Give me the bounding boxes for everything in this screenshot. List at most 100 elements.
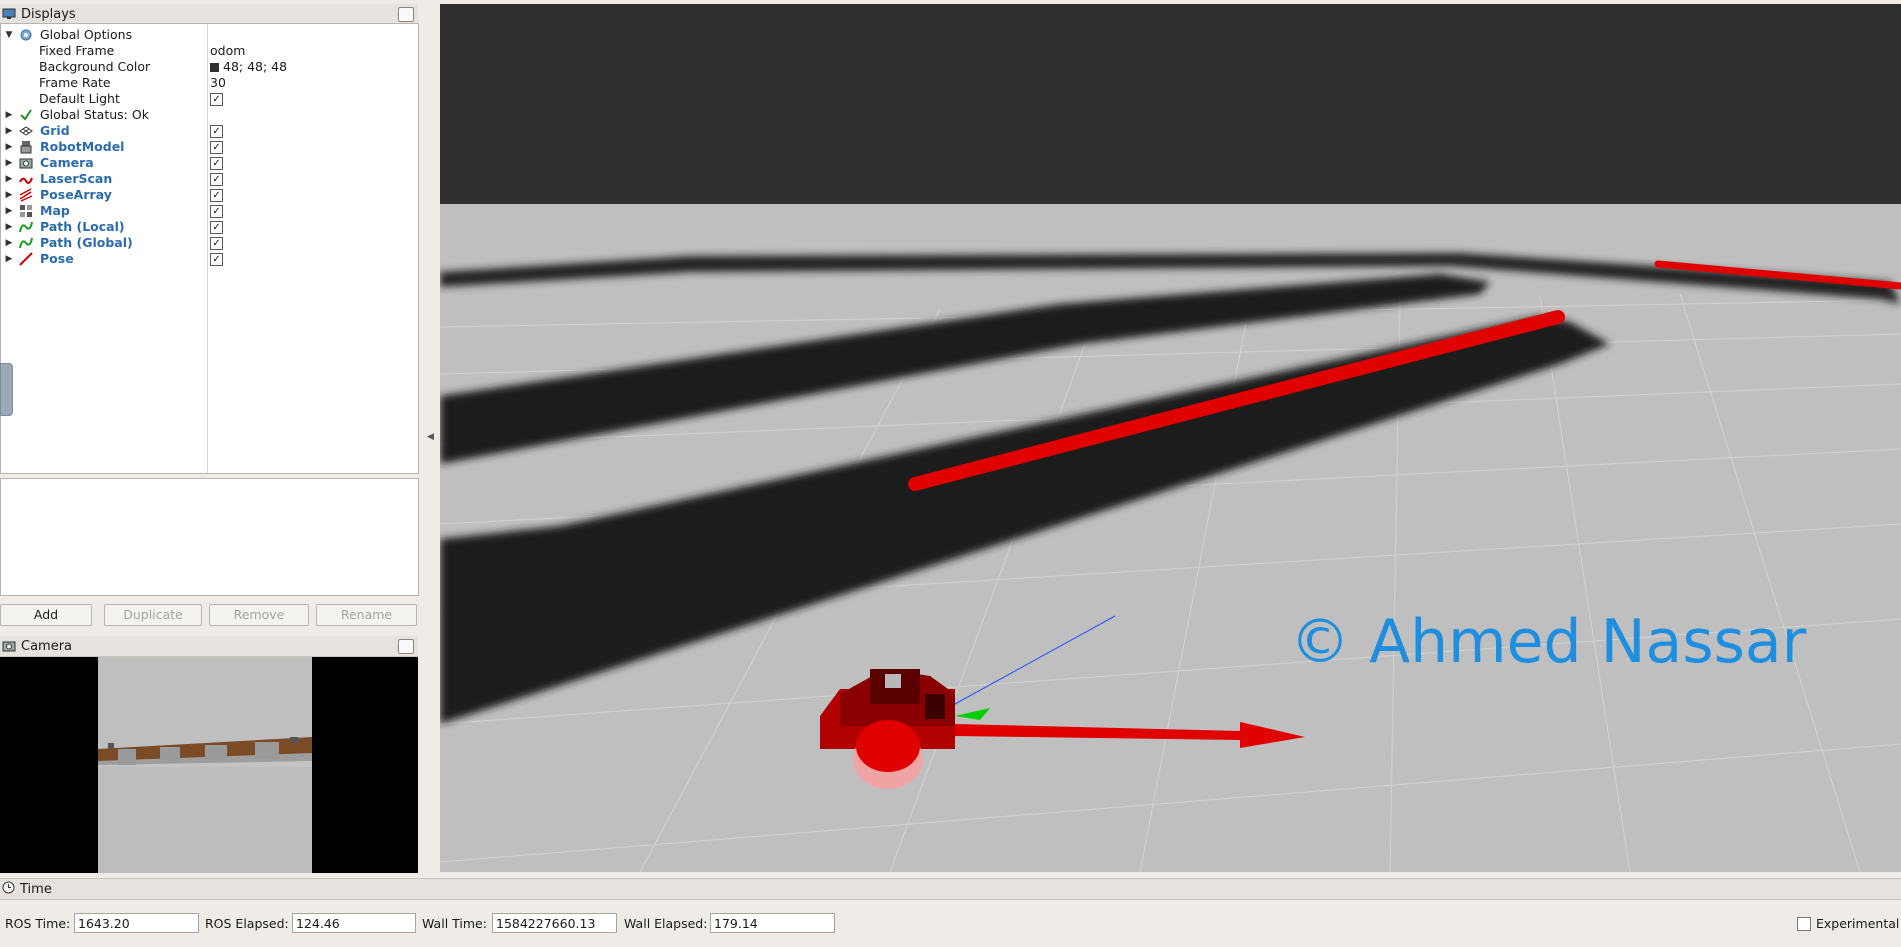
tree-row-robotmodel[interactable]: ▶ RobotModel ✓	[1, 139, 418, 155]
fixed-frame-value[interactable]: odom	[210, 43, 245, 59]
plugin-enabled-checkbox[interactable]: ✓	[210, 189, 223, 202]
pose-icon	[19, 252, 35, 266]
wall-time-field[interactable]: 1584227660.13	[492, 913, 617, 933]
plugin-enabled-checkbox[interactable]: ✓	[210, 141, 223, 154]
ros-elapsed-label: ROS Elapsed:	[205, 916, 289, 931]
wall-time-label: Wall Time:	[422, 916, 487, 931]
ros-time-field[interactable]: 1643.20	[74, 913, 199, 933]
tree-row-global-status[interactable]: ▶ Global Status: Ok	[1, 107, 418, 123]
ros-time-label: ROS Time:	[5, 916, 71, 931]
tree-row-pose[interactable]: ▶ Pose ✓	[1, 251, 418, 267]
frame-rate-label: Frame Rate	[39, 75, 111, 90]
monitor-icon	[2, 8, 16, 20]
tree-row-map[interactable]: ▶ Map ✓	[1, 203, 418, 219]
path-icon	[19, 220, 35, 234]
color-swatch[interactable]	[210, 63, 219, 72]
add-button[interactable]: Add	[0, 604, 92, 626]
time-panel-title: Time	[20, 881, 52, 897]
duplicate-button[interactable]: Duplicate	[104, 604, 202, 626]
laser-scan-icon	[19, 172, 35, 186]
expand-arrow-icon[interactable]: ▶	[4, 187, 14, 203]
camera-panel-close-button[interactable]	[398, 639, 414, 654]
expand-arrow-icon[interactable]: ▶	[4, 171, 14, 187]
plugin-label: PoseArray	[40, 187, 112, 202]
tree-row-path-global[interactable]: ▶ Path (Global) ✓	[1, 235, 418, 251]
gear-icon	[19, 28, 35, 42]
displays-tree[interactable]: ▼ Global Options Fixed Frame odom Backgr…	[0, 23, 419, 474]
displays-panel-header: Displays	[0, 4, 418, 25]
check-icon	[19, 108, 35, 122]
displays-panel-close-button[interactable]	[398, 7, 414, 22]
fixed-frame-label: Fixed Frame	[39, 43, 115, 58]
path-icon	[19, 236, 35, 250]
plugin-label: LaserScan	[40, 171, 113, 186]
plugin-label: Grid	[40, 123, 70, 138]
default-light-checkbox[interactable]: ✓	[210, 93, 223, 106]
display-description-box	[0, 478, 419, 596]
plugin-label: Pose	[40, 251, 74, 266]
collapse-arrow-icon[interactable]: ◀	[427, 432, 434, 442]
camera-image-view[interactable]	[0, 657, 418, 873]
tree-row-global-options[interactable]: ▼ Global Options	[1, 27, 418, 43]
plugin-enabled-checkbox[interactable]: ✓	[210, 237, 223, 250]
tree-row-laserscan[interactable]: ▶ LaserScan ✓	[1, 171, 418, 187]
expand-arrow-icon[interactable]: ▼	[4, 27, 14, 43]
expand-arrow-icon[interactable]: ▶	[4, 107, 14, 123]
tree-row-background-color[interactable]: Background Color 48; 48; 48	[1, 59, 418, 75]
plugin-enabled-checkbox[interactable]: ✓	[210, 125, 223, 138]
camera-image	[0, 657, 418, 873]
global-status-label: Global Status: Ok	[40, 107, 149, 122]
plugin-label: Path (Local)	[40, 219, 125, 234]
expand-arrow-icon[interactable]: ▶	[4, 139, 14, 155]
clock-icon	[2, 881, 15, 898]
robot-model-icon	[19, 140, 35, 154]
wall-elapsed-field[interactable]: 179.14	[710, 913, 835, 933]
camera-panel-header: Camera	[0, 636, 418, 657]
expand-arrow-icon[interactable]: ▶	[4, 155, 14, 171]
render-3d-viewport[interactable]: © Ahmed Nassar	[440, 4, 1901, 872]
expand-arrow-icon[interactable]: ▶	[4, 203, 14, 219]
plugin-label: Path (Global)	[40, 235, 133, 250]
expand-arrow-icon[interactable]: ▶	[4, 251, 14, 267]
camera-panel-title: Camera	[21, 638, 73, 654]
time-panel-header: Time	[0, 878, 1901, 900]
tree-row-posearray[interactable]: ▶ PoseArray ✓	[1, 187, 418, 203]
plugin-enabled-checkbox[interactable]: ✓	[210, 221, 223, 234]
background-color-value-wrap[interactable]: 48; 48; 48	[210, 59, 287, 75]
plugin-label: RobotModel	[40, 139, 125, 154]
map-icon	[19, 204, 35, 218]
tree-row-fixed-frame[interactable]: Fixed Frame odom	[1, 43, 418, 59]
camera-icon	[2, 640, 16, 652]
tree-row-default-light[interactable]: Default Light ✓	[1, 91, 418, 107]
plugin-enabled-checkbox[interactable]: ✓	[210, 173, 223, 186]
pose-array-icon	[19, 188, 35, 202]
tree-row-grid[interactable]: ▶ Grid ✓	[1, 123, 418, 139]
watermark-text: © Ahmed Nassar	[1290, 607, 1807, 677]
scene-render: © Ahmed Nassar	[440, 4, 1901, 872]
background-color-label: Background Color	[39, 59, 151, 74]
frame-rate-value[interactable]: 30	[210, 75, 226, 91]
remove-button[interactable]: Remove	[209, 604, 309, 626]
camera-icon	[19, 156, 35, 170]
expand-arrow-icon[interactable]: ▶	[4, 123, 14, 139]
plugin-label: Camera	[40, 155, 94, 170]
expand-arrow-icon[interactable]: ▶	[4, 235, 14, 251]
background-color-value: 48; 48; 48	[223, 59, 288, 74]
plugin-enabled-checkbox[interactable]: ✓	[210, 157, 223, 170]
rename-button[interactable]: Rename	[316, 604, 417, 626]
experimental-toggle[interactable]: Experimental	[1797, 916, 1899, 931]
plugin-label: Map	[40, 203, 70, 218]
tree-row-camera[interactable]: ▶ Camera ✓	[1, 155, 418, 171]
default-light-label: Default Light	[39, 91, 120, 106]
grid-icon	[19, 124, 35, 138]
plugin-enabled-checkbox[interactable]: ✓	[210, 205, 223, 218]
ros-elapsed-field[interactable]: 124.46	[292, 913, 416, 933]
wall-elapsed-label: Wall Elapsed:	[624, 916, 708, 931]
tree-row-path-local[interactable]: ▶ Path (Local) ✓	[1, 219, 418, 235]
expand-arrow-icon[interactable]: ▶	[4, 219, 14, 235]
experimental-label: Experimental	[1816, 916, 1900, 931]
experimental-checkbox[interactable]	[1797, 916, 1811, 931]
plugin-enabled-checkbox[interactable]: ✓	[210, 253, 223, 266]
tree-row-frame-rate[interactable]: Frame Rate 30	[1, 75, 418, 91]
side-dock-handle[interactable]	[0, 363, 13, 416]
